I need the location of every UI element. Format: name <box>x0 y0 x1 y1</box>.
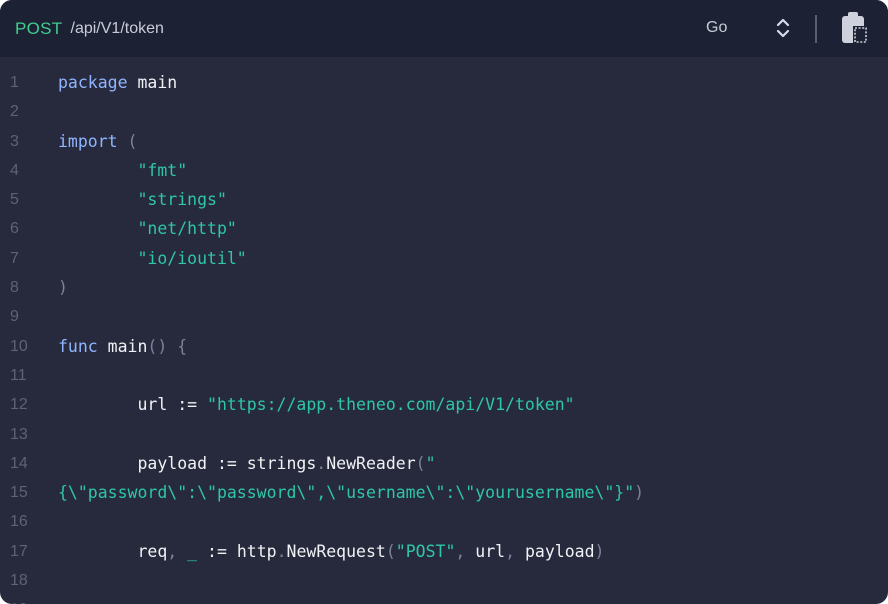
line-number: 12 <box>10 396 28 414</box>
code-line: 1 package main <box>0 68 888 97</box>
line-number: 7 <box>10 249 19 267</box>
line-number: 11 <box>10 366 27 384</box>
code-token: := http <box>197 541 277 561</box>
code-token: _ <box>187 541 198 561</box>
code-token: ( <box>385 541 396 561</box>
code-token: "fmt" <box>58 160 188 180</box>
code-line: 4 "fmt" <box>0 156 888 185</box>
code-line: 3 import ( <box>0 127 888 156</box>
code-line: 17 req, _ := http.NewRequest("POST", url… <box>0 537 888 566</box>
code-text: import ( <box>58 127 137 156</box>
code-text: "fmt" <box>58 156 187 185</box>
code-token: NewRequest <box>286 541 386 561</box>
code-token: func <box>58 336 98 356</box>
code-token: import <box>58 131 118 151</box>
header-divider <box>815 15 817 43</box>
code-token: main <box>127 73 178 92</box>
code-line: 18 <box>0 566 888 595</box>
code-snippet-panel: POST /api/V1/token Go 1 package main 2 3 imp… <box>0 0 888 604</box>
code-text: "strings" <box>58 185 227 214</box>
code-token: ( <box>415 453 426 473</box>
code-line: 13 <box>0 420 888 449</box>
code-token: NewReader <box>326 453 416 473</box>
code-token: main <box>97 336 148 356</box>
line-number: 9 <box>10 308 19 326</box>
line-number: 10 <box>10 337 28 355</box>
code-token: . <box>276 541 287 561</box>
code-text: {\"password\":\"password\",\"username\":… <box>58 478 644 507</box>
code-token: () { <box>147 336 188 356</box>
line-number: 6 <box>10 220 19 238</box>
code-token: url <box>475 541 506 561</box>
code-line: 14 payload := strings.NewReader(" <box>0 449 888 478</box>
clipboard-icon[interactable] <box>840 11 870 45</box>
code-text: package main <box>58 68 177 97</box>
code-line: 15 {\"password\":\"password\",\"username\… <box>0 478 888 507</box>
code-token: "POST" <box>395 541 456 561</box>
code-block: 1 package main 2 3 import (4 "fmt" 5 "strings… <box>0 68 888 604</box>
code-text: req, _ := http.NewRequest("POST", url, p… <box>58 537 604 566</box>
line-number: 4 <box>10 161 19 179</box>
line-number: 17 <box>10 542 28 560</box>
code-text: payload := strings.NewReader(" <box>58 449 436 478</box>
language-select-label[interactable]: Go <box>706 18 727 38</box>
code-line: 10 func main() { <box>0 332 888 361</box>
line-number: 1 <box>10 74 19 91</box>
code-token: req <box>58 541 168 561</box>
line-number: 2 <box>10 103 19 121</box>
code-text: "io/ioutil" <box>58 244 247 273</box>
code-token: "strings" <box>58 190 227 210</box>
code-token: ) <box>58 278 68 298</box>
http-method: POST <box>15 18 63 38</box>
code-line: 6 "net/http" <box>0 214 888 243</box>
code-token: "net/http" <box>58 219 237 239</box>
code-token: , <box>505 541 525 561</box>
code-token: package <box>58 73 128 92</box>
code-token: ( <box>117 131 138 151</box>
snippet-header: POST /api/V1/token <box>0 0 888 57</box>
code-line: 16 <box>0 507 888 536</box>
code-text: ) <box>58 273 68 302</box>
code-token: url := <box>58 395 208 415</box>
code-token: payload := strings <box>58 453 317 473</box>
line-number: 14 <box>10 454 28 472</box>
code-line: 9 <box>0 302 888 331</box>
code-text: url := "https://app.theneo.com/api/V1/to… <box>58 390 575 419</box>
code-line: 8) <box>0 273 888 302</box>
code-line: 19 <box>0 595 888 604</box>
code-line: 2 <box>0 97 888 126</box>
code-text: func main() { <box>58 332 187 361</box>
code-token: , <box>167 541 188 561</box>
sort-updown-icon[interactable] <box>774 16 792 40</box>
line-number: 16 <box>10 513 28 531</box>
line-number: 15 <box>10 484 28 502</box>
code-token: . <box>316 453 327 473</box>
code-line: 5 "strings" <box>0 185 888 214</box>
line-number: 8 <box>10 279 19 297</box>
code-line: 12 url := "https://app.theneo.com/api/V1… <box>0 390 888 419</box>
endpoint-path: /api/V1/token <box>70 19 164 37</box>
line-number: 13 <box>10 425 28 443</box>
code-token: {\"password\":\"password\",\"username\":… <box>58 483 635 503</box>
code-line: 7 "io/ioutil" <box>0 244 888 273</box>
code-token: "https://app.theneo.com/api/V1/token" <box>207 395 575 415</box>
code-token: ) <box>594 541 605 561</box>
line-number: 19 <box>10 595 50 604</box>
code-token: "io/ioutil" <box>58 248 247 268</box>
code-text: "net/http" <box>58 214 237 243</box>
code-token: " <box>425 453 436 473</box>
code-token: payload <box>524 541 595 561</box>
line-number: 3 <box>10 132 19 150</box>
code-line: 11 <box>0 361 888 390</box>
line-number: 5 <box>10 191 19 209</box>
code-token: ) <box>634 483 645 503</box>
line-number: 18 <box>10 572 28 590</box>
code-token: , <box>455 541 476 561</box>
